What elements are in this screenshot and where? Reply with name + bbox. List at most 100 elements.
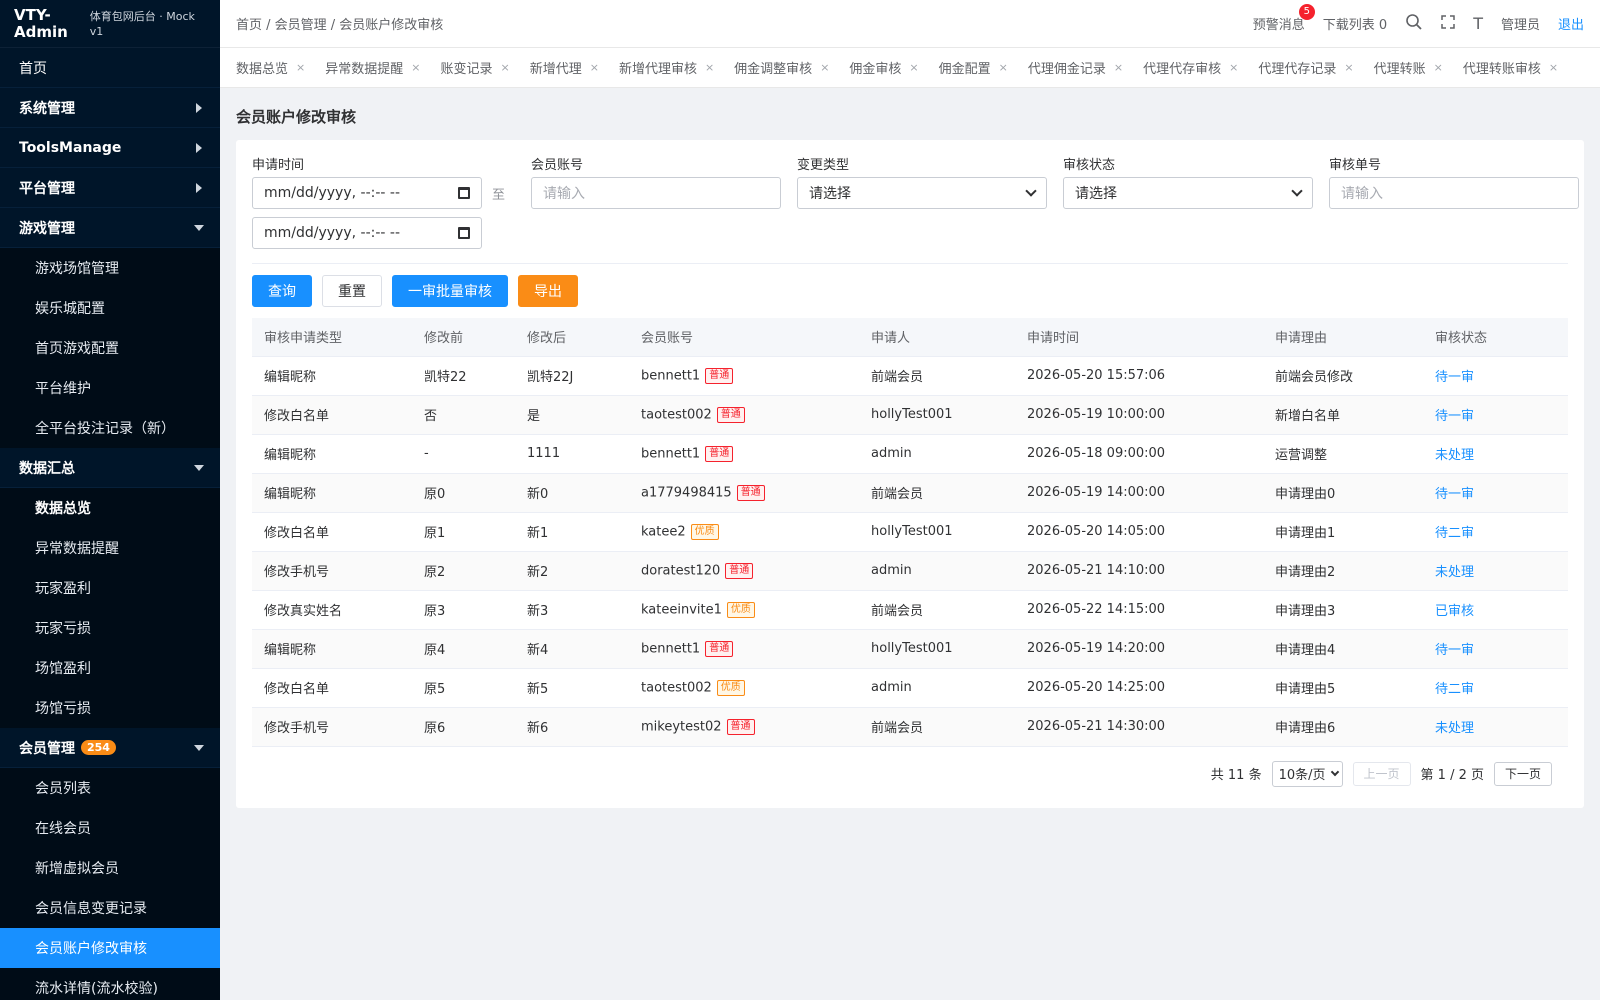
tab-2[interactable]: 账变记录 × xyxy=(430,48,519,87)
sidebar-item-member-0[interactable]: 会员列表 xyxy=(0,768,220,808)
review-status-link[interactable]: 未处理 xyxy=(1435,721,1474,736)
tab-7[interactable]: 佣金配置 × xyxy=(929,48,1018,87)
cell-after: 新2 xyxy=(515,551,629,591)
prev-page-button[interactable]: 上一页 xyxy=(1352,761,1411,786)
menu-group-member[interactable]: 会员管理 254 xyxy=(0,728,220,768)
menu-item-0[interactable]: 首页 xyxy=(0,48,220,88)
review-status-link[interactable]: 已审核 xyxy=(1435,604,1474,619)
order-input[interactable]: 请输入 xyxy=(1329,177,1580,209)
close-icon[interactable]: × xyxy=(999,61,1008,74)
review-status-link[interactable]: 待二审 xyxy=(1435,526,1474,541)
tab-11[interactable]: 代理转账 × xyxy=(1364,48,1453,87)
table-row: 编辑昵称 -1111 bennett1 普通 admin 2026-05-18 09:00… xyxy=(252,434,1568,474)
tab-9[interactable]: 代理代存审核 × xyxy=(1133,48,1248,87)
member-account: doratest120 xyxy=(641,563,721,578)
review-status-link[interactable]: 待一审 xyxy=(1435,370,1474,385)
sidebar-item-data-2[interactable]: 玩家盈利 xyxy=(0,568,220,608)
table-row: 编辑昵称 原4 新4 bennett1 普通 hollyTest001 2026-05-19… xyxy=(252,629,1568,669)
account-input[interactable]: 请输入 xyxy=(531,177,782,209)
sidebar-item-game-4[interactable]: 全平台投注记录（新） xyxy=(0,408,220,448)
column-header: 审核申请类型 xyxy=(252,318,412,357)
status-select[interactable]: 请选择 xyxy=(1063,177,1314,209)
member-account: katee2 xyxy=(641,524,686,539)
sidebar-item-data-3[interactable]: 玩家亏损 xyxy=(0,608,220,648)
tab-4[interactable]: 新增代理审核 × xyxy=(609,48,724,87)
close-icon[interactable]: × xyxy=(1434,61,1443,74)
sidebar-item-member-3[interactable]: 会员信息变更记录 xyxy=(0,888,220,928)
tab-3[interactable]: 新增代理 × xyxy=(520,48,609,87)
review-status-link[interactable]: 待一审 xyxy=(1435,643,1474,658)
tab-0[interactable]: 数据总览 × xyxy=(226,48,315,87)
sidebar-item-member-4[interactable]: 会员账户修改审核 xyxy=(0,928,220,968)
font-size-icon[interactable]: T xyxy=(1473,14,1483,33)
cell-status: 待一审 xyxy=(1423,356,1568,396)
alert-messages-label: 预警消息 xyxy=(1252,18,1305,33)
query-button[interactable]: 查询 xyxy=(252,275,312,307)
sidebar-item-member-1[interactable]: 在线会员 xyxy=(0,808,220,848)
review-status-link[interactable]: 待二审 xyxy=(1435,682,1474,697)
menu-item-3[interactable]: 平台管理 xyxy=(0,168,220,208)
review-status-link[interactable]: 待一审 xyxy=(1435,487,1474,502)
cell-before: 原0 xyxy=(412,473,515,513)
tab-8[interactable]: 代理佣金记录 × xyxy=(1018,48,1133,87)
cell-reason: 申请理由0 xyxy=(1263,473,1423,513)
cell-status: 待一审 xyxy=(1423,395,1568,435)
close-icon[interactable]: × xyxy=(909,61,918,74)
alert-messages-button[interactable]: 预警消息 5 xyxy=(1252,4,1315,33)
menu-group-game[interactable]: 游戏管理 xyxy=(0,208,220,248)
sidebar-item-member-2[interactable]: 新增虚拟会员 xyxy=(0,848,220,888)
download-list-button[interactable]: 下载列表 0 xyxy=(1323,14,1387,33)
reset-button[interactable]: 重置 xyxy=(322,275,382,307)
review-status-link[interactable]: 未处理 xyxy=(1435,565,1474,580)
logout-button[interactable]: 退出 xyxy=(1558,14,1584,33)
sidebar-item-data-1[interactable]: 异常数据提醒 xyxy=(0,528,220,568)
cell-time: 2026-05-19 14:20:00 xyxy=(1015,629,1263,669)
menu-group-data[interactable]: 数据汇总 xyxy=(0,448,220,488)
tab-label: 代理转账 xyxy=(1373,62,1426,77)
header-actions: 预警消息 5 下载列表 0 T 管理员 退出 xyxy=(1235,4,1584,35)
cell-status: 未处理 xyxy=(1423,434,1568,474)
sidebar-item-data-4[interactable]: 场馆盈利 xyxy=(0,648,220,688)
export-button[interactable]: 导出 xyxy=(518,275,578,307)
close-icon[interactable]: × xyxy=(820,61,829,74)
status-value: 请选择 xyxy=(1075,186,1118,202)
tab-10[interactable]: 代理代存记录 × xyxy=(1248,48,1363,87)
menu-item-2[interactable]: ToolsManage xyxy=(0,128,220,168)
sidebar-item-game-2[interactable]: 首页游戏配置 xyxy=(0,328,220,368)
batch-review-button[interactable]: 一审批量审核 xyxy=(392,275,508,307)
member-level-tag: 优质 xyxy=(716,679,745,696)
admin-user[interactable]: 管理员 xyxy=(1501,14,1540,33)
next-page-button[interactable]: 下一页 xyxy=(1493,761,1552,786)
close-icon[interactable]: × xyxy=(296,61,305,74)
tab-12[interactable]: 代理转账审核 × xyxy=(1453,48,1568,87)
tab-1[interactable]: 异常数据提醒 × xyxy=(315,48,430,87)
sidebar-item-data-5[interactable]: 场馆亏损 xyxy=(0,688,220,728)
close-icon[interactable]: × xyxy=(1114,61,1123,74)
tab-5[interactable]: 佣金调整审核 × xyxy=(724,48,839,87)
sidebar-item-member-5[interactable]: 流水详情(流水校验) xyxy=(0,968,220,1000)
review-status-link[interactable]: 待一审 xyxy=(1435,409,1474,424)
member-account: taotest002 xyxy=(641,680,712,695)
menu-item-1[interactable]: 系统管理 xyxy=(0,88,220,128)
close-icon[interactable]: × xyxy=(1549,61,1558,74)
close-icon[interactable]: × xyxy=(590,61,599,74)
tab-6[interactable]: 佣金审核 × xyxy=(839,48,928,87)
close-icon[interactable]: × xyxy=(705,61,714,74)
search-icon[interactable] xyxy=(1405,13,1423,35)
close-icon[interactable]: × xyxy=(411,61,420,74)
close-icon[interactable]: × xyxy=(1229,61,1238,74)
close-icon[interactable]: × xyxy=(500,61,509,74)
review-status-link[interactable]: 未处理 xyxy=(1435,448,1474,463)
fullscreen-icon[interactable] xyxy=(1441,14,1455,33)
sidebar-item-data-0[interactable]: 数据总览 xyxy=(0,488,220,528)
page-size-select[interactable]: 10条/页 xyxy=(1271,760,1343,787)
sidebar-item-game-0[interactable]: 游戏场馆管理 xyxy=(0,248,220,288)
sidebar-item-game-1[interactable]: 娱乐城配置 xyxy=(0,288,220,328)
sidebar-item-game-3[interactable]: 平台维护 xyxy=(0,368,220,408)
end-date-input[interactable]: mm/dd/yyyy, --:-- -- xyxy=(252,217,482,249)
start-date-input[interactable]: mm/dd/yyyy, --:-- -- xyxy=(252,177,482,209)
cell-applicant: admin xyxy=(859,434,1015,474)
change-type-select[interactable]: 请选择 xyxy=(797,177,1048,209)
close-icon[interactable]: × xyxy=(1344,61,1353,74)
cell-after: 新0 xyxy=(515,473,629,513)
